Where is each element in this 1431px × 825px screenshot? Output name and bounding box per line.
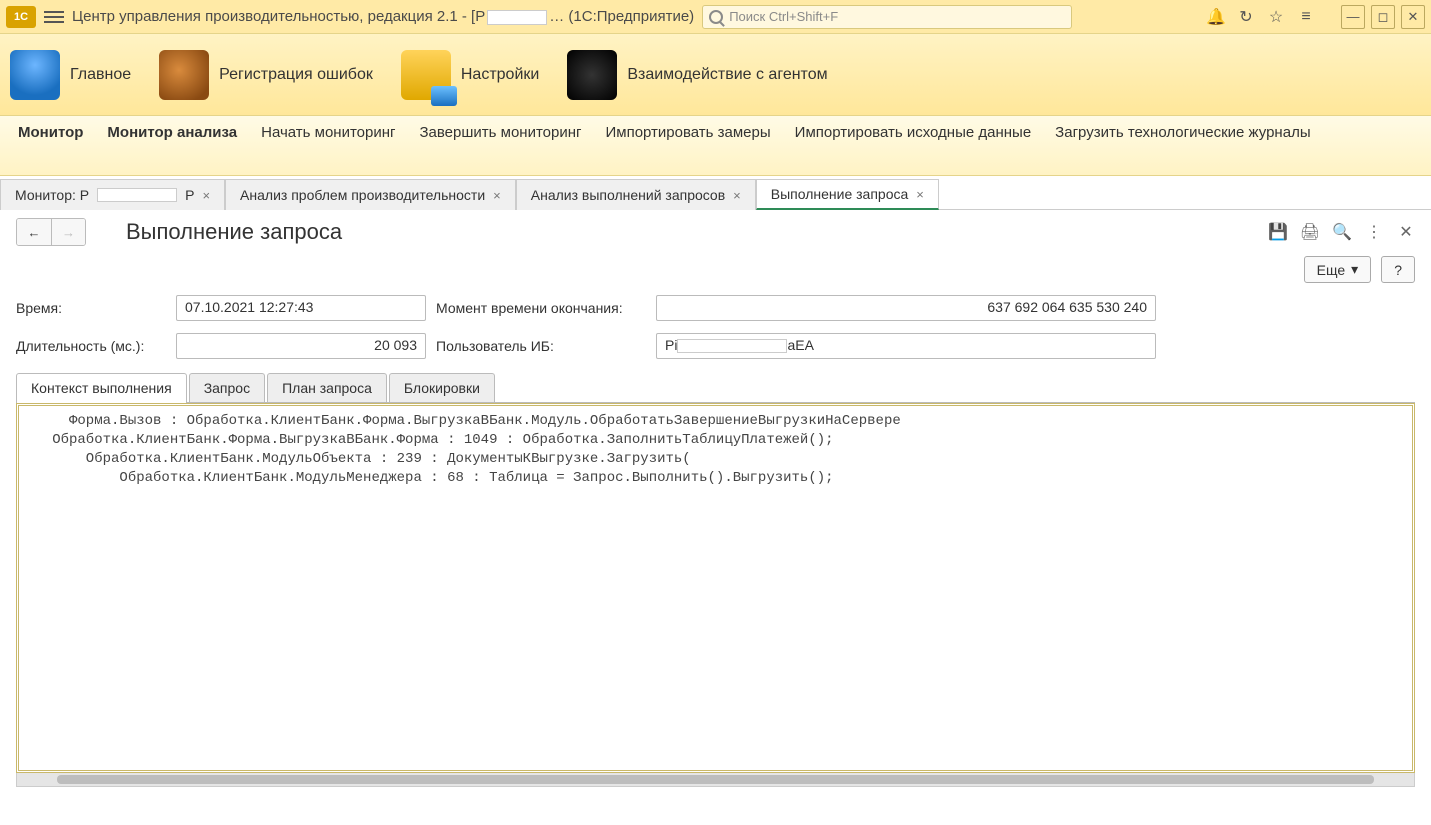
cmd-import-source[interactable]: Импортировать исходные данные — [795, 124, 1032, 141]
search-placeholder: Поиск Ctrl+Shift+F — [729, 9, 838, 24]
forward-button[interactable]: → — [51, 219, 85, 245]
nav-agent[interactable]: Взаимодействие с агентом — [567, 50, 827, 100]
database-icon — [401, 50, 451, 100]
duration-field[interactable]: 20 093 — [176, 333, 426, 359]
duration-label: Длительность (мс.): — [16, 338, 166, 354]
maximize-button[interactable]: ◻ — [1371, 5, 1395, 29]
more-button[interactable]: Еще▾ — [1304, 256, 1372, 283]
tab-label: Выполнение запроса — [771, 186, 909, 202]
close-icon[interactable]: × — [493, 188, 501, 203]
bug-icon — [159, 50, 209, 100]
cmd-monitor-analysis[interactable]: Монитор анализа — [107, 124, 237, 141]
nav-label: Главное — [70, 66, 131, 84]
lamp-icon — [10, 50, 60, 100]
masked-text — [677, 339, 787, 353]
context-text-area[interactable]: Форма.Вызов : Обработка.КлиентБанк.Форма… — [16, 403, 1415, 773]
close-form-icon[interactable]: ✕ — [1397, 223, 1415, 241]
print-icon[interactable]: 🖨 — [1301, 223, 1319, 241]
window-title: Центр управления производительностью, ре… — [72, 8, 694, 25]
agent-icon — [567, 50, 617, 100]
user-field[interactable]: PiaEA — [656, 333, 1156, 359]
global-search-input[interactable]: Поиск Ctrl+Shift+F — [702, 5, 1072, 29]
tab-monitor[interactable]: Монитор: PP × — [0, 179, 225, 210]
tab-locks[interactable]: Блокировки — [389, 373, 495, 402]
history-icon[interactable]: ↻ — [1237, 8, 1255, 26]
bell-icon[interactable]: 🔔 — [1207, 8, 1225, 26]
masked-text — [487, 10, 547, 25]
nav-errors[interactable]: Регистрация ошибок — [159, 50, 373, 100]
time-field[interactable]: 07.10.2021 12:27:43 — [176, 295, 426, 321]
nav-label: Взаимодействие с агентом — [627, 66, 827, 84]
tab-query-plan[interactable]: План запроса — [267, 373, 387, 402]
close-icon[interactable]: × — [733, 188, 741, 203]
close-icon[interactable]: × — [916, 187, 924, 202]
star-icon[interactable]: ☆ — [1267, 8, 1285, 26]
title-bar: 1C Центр управления производительностью,… — [0, 0, 1431, 34]
cmd-load-tech-journals[interactable]: Загрузить технологические журналы — [1055, 124, 1265, 142]
kebab-icon[interactable]: ⋮ — [1365, 223, 1383, 241]
app-logo-icon: 1C — [6, 6, 36, 28]
page-title: Выполнение запроса — [126, 219, 342, 245]
search-icon — [709, 10, 723, 24]
filter-icon[interactable]: ≡ — [1297, 8, 1315, 26]
scrollbar-thumb[interactable] — [57, 775, 1374, 784]
workspace-tabs: Монитор: PP × Анализ проблем производите… — [0, 176, 1431, 210]
cmd-stop-monitoring[interactable]: Завершить мониторинг — [419, 124, 581, 141]
form-fields: Время: 07.10.2021 12:27:43 Момент времен… — [16, 295, 1415, 359]
user-label: Пользователь ИБ: — [436, 338, 646, 354]
tab-query-analysis[interactable]: Анализ выполнений запросов × — [516, 179, 756, 210]
command-bar: Монитор Монитор анализа Начать мониторин… — [0, 116, 1431, 176]
tab-label: Анализ проблем производительности — [240, 187, 485, 203]
tab-context[interactable]: Контекст выполнения — [16, 373, 187, 402]
cmd-start-monitoring[interactable]: Начать мониторинг — [261, 124, 395, 141]
horizontal-scrollbar[interactable] — [16, 773, 1415, 787]
chevron-down-icon: ▾ — [1351, 261, 1358, 278]
back-button[interactable]: ← — [17, 219, 51, 245]
cmd-import-measures[interactable]: Импортировать замеры — [605, 124, 770, 141]
preview-icon[interactable]: 🔍 — [1333, 223, 1351, 241]
nav-history-buttons: ← → — [16, 218, 86, 246]
inner-tabs: Контекст выполнения Запрос План запроса … — [16, 373, 1415, 403]
menu-icon[interactable] — [44, 7, 64, 27]
masked-text — [97, 188, 177, 202]
time-label: Время: — [16, 300, 166, 316]
form-header: ← → Выполнение запроса 💾 🖨 🔍 ⋮ ✕ — [16, 218, 1415, 246]
tab-query-text[interactable]: Запрос — [189, 373, 265, 402]
help-button[interactable]: ? — [1381, 256, 1415, 283]
main-nav: Главное Регистрация ошибок Настройки Вза… — [0, 34, 1431, 116]
tab-label: Анализ выполнений запросов — [531, 187, 725, 203]
save-icon[interactable]: 💾 — [1269, 223, 1287, 241]
end-moment-label: Момент времени окончания: — [436, 300, 646, 316]
nav-main[interactable]: Главное — [10, 50, 131, 100]
nav-label: Настройки — [461, 66, 539, 84]
title-icons: 🔔 ↻ ☆ ≡ — [1199, 8, 1323, 26]
nav-label: Регистрация ошибок — [219, 66, 373, 84]
tab-query-exec[interactable]: Выполнение запроса × — [756, 179, 939, 210]
form-area: ← → Выполнение запроса 💾 🖨 🔍 ⋮ ✕ Еще▾ ? … — [0, 210, 1431, 799]
minimize-button[interactable]: — — [1341, 5, 1365, 29]
tab-label: Монитор: P — [15, 187, 89, 203]
close-window-button[interactable]: ✕ — [1401, 5, 1425, 29]
end-moment-field[interactable]: 637 692 064 635 530 240 — [656, 295, 1156, 321]
tab-perf-analysis[interactable]: Анализ проблем производительности × — [225, 179, 516, 210]
nav-settings[interactable]: Настройки — [401, 50, 539, 100]
form-actions: Еще▾ ? — [16, 256, 1415, 283]
cmd-monitor[interactable]: Монитор — [18, 124, 83, 141]
close-icon[interactable]: × — [202, 188, 210, 203]
